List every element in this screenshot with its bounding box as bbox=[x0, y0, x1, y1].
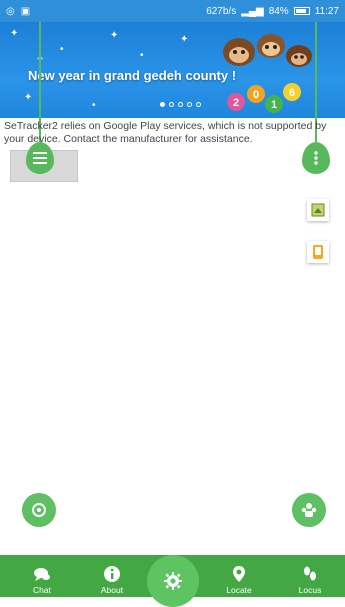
location-pin-icon bbox=[230, 565, 248, 583]
carousel-dot[interactable] bbox=[187, 102, 192, 107]
gear-icon bbox=[164, 572, 182, 590]
nav-locate-label: Locate bbox=[226, 585, 252, 595]
family-members-button[interactable] bbox=[292, 493, 326, 527]
star-decoration: ✦ bbox=[110, 30, 119, 41]
overflow-menu-button[interactable] bbox=[302, 142, 330, 174]
nav-locus[interactable]: Locus bbox=[280, 555, 340, 597]
star-decoration: • bbox=[92, 100, 96, 111]
signal-icon: ▂▄▆ bbox=[241, 5, 264, 17]
star-decoration: • bbox=[140, 50, 144, 61]
people-icon bbox=[301, 503, 317, 517]
battery-percent: 84% bbox=[268, 5, 289, 17]
svg-text:6: 6 bbox=[289, 87, 295, 99]
nav-about-label: About bbox=[100, 585, 124, 595]
banner-title: New year in grand gedeh county ! bbox=[28, 68, 237, 83]
phone-icon bbox=[313, 245, 323, 259]
nav-locate[interactable]: Locate bbox=[209, 555, 269, 597]
battery-icon bbox=[293, 7, 310, 15]
nav-chat-label: Chat bbox=[33, 585, 51, 595]
image-status-icon: ▣ bbox=[20, 5, 31, 17]
star-decoration: ✦ bbox=[180, 34, 189, 45]
play-services-notice: SeTracker2 relies on Google Play service… bbox=[4, 120, 327, 145]
more-vertical-icon bbox=[314, 151, 318, 165]
footprints-icon bbox=[301, 565, 319, 583]
star-decoration: • bbox=[60, 44, 64, 55]
carousel-dot[interactable] bbox=[178, 102, 183, 107]
settings-button[interactable] bbox=[147, 555, 199, 607]
map-layer-button[interactable] bbox=[307, 199, 329, 221]
settings-status-icon: ◎ bbox=[6, 5, 15, 17]
clock: 11:27 bbox=[314, 5, 339, 17]
carousel-dot[interactable] bbox=[196, 102, 201, 107]
svg-text:0: 0 bbox=[253, 89, 259, 101]
svg-text:1: 1 bbox=[271, 99, 277, 111]
network-speed: 627b/s bbox=[206, 5, 237, 17]
chat-icon bbox=[33, 565, 51, 583]
carousel-dot[interactable] bbox=[169, 102, 174, 107]
carousel-indicator bbox=[160, 102, 201, 107]
star-decoration: ✦ bbox=[10, 28, 19, 39]
device-button[interactable] bbox=[307, 241, 329, 263]
map-layer-icon bbox=[311, 203, 325, 217]
menu-button[interactable] bbox=[26, 142, 54, 174]
nav-about[interactable]: About bbox=[82, 555, 142, 597]
refresh-location-button[interactable] bbox=[22, 493, 56, 527]
info-icon bbox=[103, 565, 121, 583]
nav-locus-label: Locus bbox=[298, 585, 322, 595]
hamburger-icon bbox=[33, 152, 47, 164]
locate-target-icon bbox=[32, 503, 46, 517]
status-bar: ◎ ▣ 627b/s ▂▄▆ 84% 11:27 bbox=[0, 0, 345, 22]
nav-chat[interactable]: Chat bbox=[12, 555, 72, 597]
svg-text:2: 2 bbox=[233, 97, 239, 109]
year-balloons: 2 0 1 6 bbox=[227, 83, 301, 113]
carousel-dot[interactable] bbox=[160, 102, 165, 107]
